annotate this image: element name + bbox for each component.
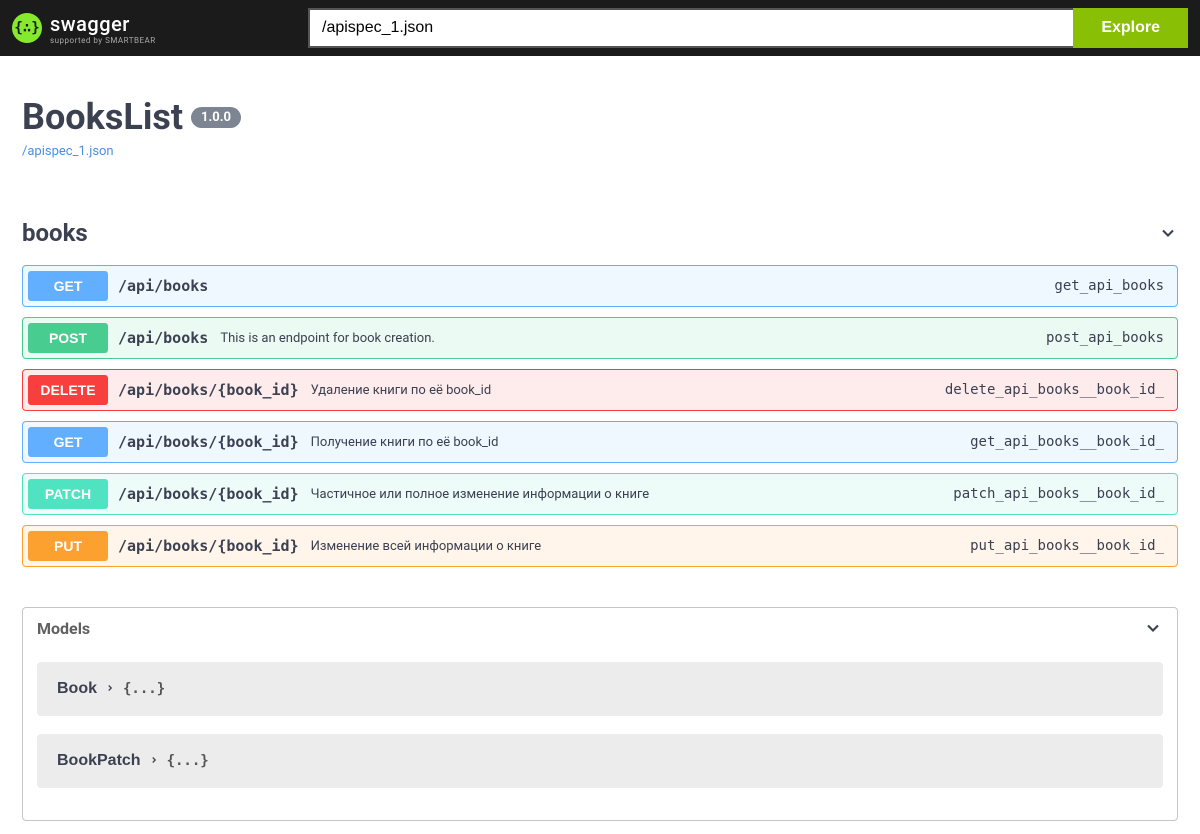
operation-description: This is an endpoint for book creation. <box>220 331 435 346</box>
models-list: Book {...} BookPatch {...} <box>23 648 1177 820</box>
operation-put_api_books__book_id_[interactable]: PUT/api/books/{book_id} Изменение всей ин… <box>22 525 1178 567</box>
logo-icon: {∴} <box>12 13 42 43</box>
operation-get_api_books[interactable]: GET/api/books get_api_books <box>22 265 1178 307</box>
operation-id: get_api_books <box>1054 278 1172 294</box>
tag-header[interactable]: books <box>22 219 1178 255</box>
operation-path: /api/books <box>118 277 208 295</box>
model-name: BookPatch <box>57 752 141 770</box>
models-title: Models <box>37 619 90 638</box>
spec-url-form: Explore <box>308 8 1188 48</box>
model-name: Book <box>57 680 97 698</box>
api-title: BooksList <box>22 96 183 138</box>
model-preview: {...} <box>123 681 165 697</box>
spec-url-input[interactable] <box>308 8 1073 48</box>
operation-id: patch_api_books__book_id_ <box>953 486 1172 502</box>
chevron-down-icon <box>1158 223 1178 243</box>
logo-text: swagger <box>50 12 130 36</box>
method-badge: POST <box>28 323 108 353</box>
model-item-book[interactable]: Book {...} <box>37 662 1163 716</box>
operation-get_api_books__book_id_[interactable]: GET/api/books/{book_id} Получение книги п… <box>22 421 1178 463</box>
operation-path: /api/books <box>118 329 208 347</box>
method-badge: PATCH <box>28 479 108 509</box>
chevron-down-icon <box>1143 618 1163 638</box>
model-item-bookpatch[interactable]: BookPatch {...} <box>37 734 1163 788</box>
method-badge: GET <box>28 271 108 301</box>
operation-id: delete_api_books__book_id_ <box>945 382 1172 398</box>
swagger-logo[interactable]: {∴} swagger supported by SMARTBEAR <box>12 12 156 45</box>
method-badge: PUT <box>28 531 108 561</box>
operation-path: /api/books/{book_id} <box>118 485 299 503</box>
model-preview: {...} <box>167 753 209 769</box>
operation-id: post_api_books <box>1046 330 1172 346</box>
api-info: BooksList 1.0.0 /apispec_1.json <box>22 56 1178 179</box>
operation-path: /api/books/{book_id} <box>118 537 299 555</box>
operation-description: Получение книги по её book_id <box>311 435 499 450</box>
operation-path: /api/books/{book_id} <box>118 433 299 451</box>
models-header[interactable]: Models <box>23 608 1177 648</box>
operation-description: Удаление книги по её book_id <box>311 383 492 398</box>
operation-path: /api/books/{book_id} <box>118 381 299 399</box>
operation-delete_api_books__book_id_[interactable]: DELETE/api/books/{book_id} Удаление книги… <box>22 369 1178 411</box>
spec-url-link[interactable]: /apispec_1.json <box>22 144 114 159</box>
method-badge: DELETE <box>28 375 108 405</box>
operation-description: Частичное или полное изменение информаци… <box>311 487 650 502</box>
operation-patch_api_books__book_id_[interactable]: PATCH/api/books/{book_id} Частичное или п… <box>22 473 1178 515</box>
version-badge: 1.0.0 <box>191 107 241 128</box>
explore-button[interactable]: Explore <box>1073 8 1188 48</box>
topbar: {∴} swagger supported by SMARTBEAR Explo… <box>0 0 1200 56</box>
tag-section-books: books GET/api/books get_api_books POST/api… <box>22 219 1178 567</box>
operation-description: Изменение всей информации о книге <box>311 539 541 554</box>
operations-list: GET/api/books get_api_books POST/api/books… <box>22 265 1178 567</box>
logo-subtext: supported by SMARTBEAR <box>50 36 156 45</box>
chevron-right-icon <box>105 682 115 696</box>
models-section: Models Book {...} BookPatch {...} <box>22 607 1178 821</box>
operation-post_api_books[interactable]: POST/api/books This is an endpoint for bo… <box>22 317 1178 359</box>
chevron-right-icon <box>149 754 159 768</box>
operation-id: put_api_books__book_id_ <box>970 538 1172 554</box>
tag-name: books <box>22 219 88 247</box>
method-badge: GET <box>28 427 108 457</box>
operation-id: get_api_books__book_id_ <box>970 434 1172 450</box>
